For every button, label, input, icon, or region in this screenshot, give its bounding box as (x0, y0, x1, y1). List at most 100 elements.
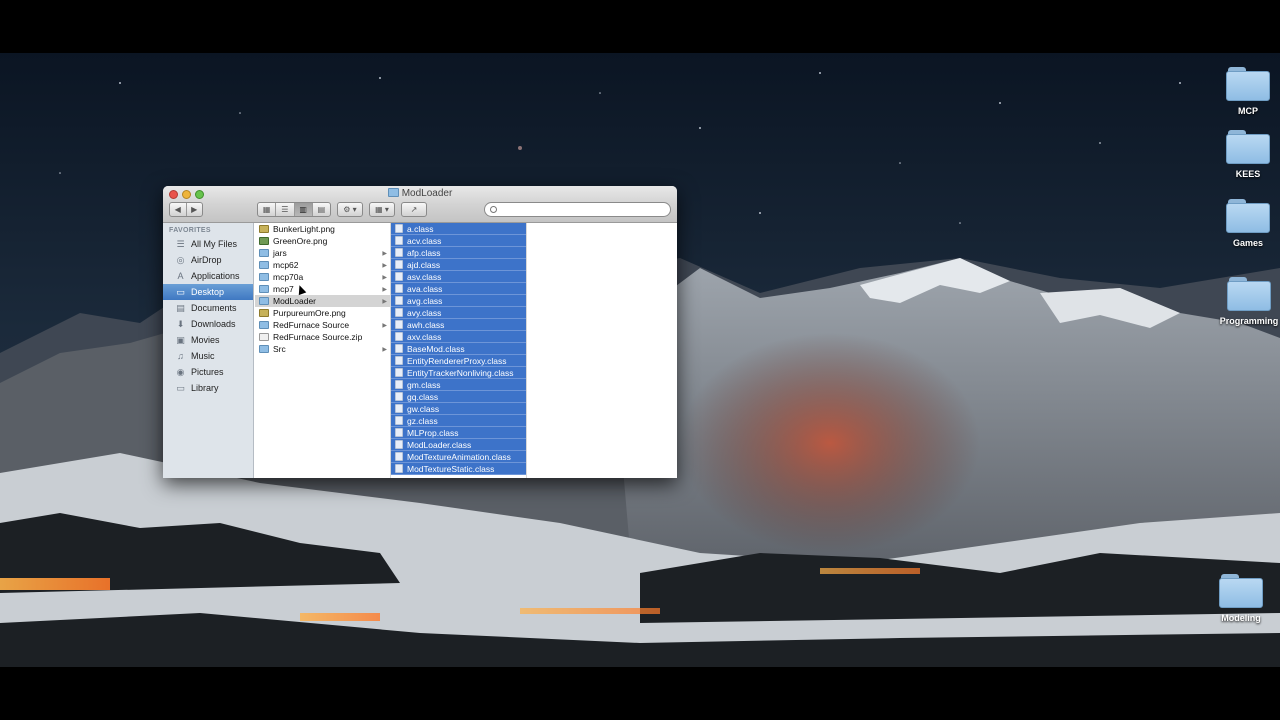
sidebar-item-desktop[interactable]: ▭ Desktop (163, 284, 253, 300)
arrange-menu: ▦ ▾ (369, 202, 395, 217)
sidebar-item-icon: ⬇ (176, 318, 185, 329)
file-row[interactable]: ModLoader.class (391, 439, 526, 451)
back-forward-control: ◀ ▶ (169, 202, 203, 217)
letterbox-bottom (0, 667, 1280, 720)
file-row[interactable]: asv.class (391, 271, 526, 283)
sidebar-item-airdrop[interactable]: ◎ AirDrop (163, 252, 253, 268)
desktop-folder-label: Modeling (1221, 613, 1261, 623)
file-name: mcp62 (273, 260, 299, 270)
file-row[interactable]: mcp70a ▶ (255, 271, 390, 283)
sidebar-item-library[interactable]: ▭ Library (163, 380, 253, 396)
finder-window: ModLoader ◀ ▶ ▦ ☰ ▥ ▤ ⚙ ▾ ▦ ▾ ↗ FAVORITE… (163, 186, 677, 478)
desktop-folder-programming[interactable]: Programming (1209, 277, 1280, 326)
sidebar-item-pictures[interactable]: ◉ Pictures (163, 364, 253, 380)
sidebar-heading: FAVORITES (169, 227, 211, 234)
action-menu-button[interactable]: ⚙ ▾ (338, 203, 362, 216)
file-row[interactable]: jars ▶ (255, 247, 390, 259)
window-titlebar[interactable]: ModLoader ◀ ▶ ▦ ☰ ▥ ▤ ⚙ ▾ ▦ ▾ ↗ (163, 186, 677, 223)
file-row[interactable]: EntityRendererProxy.class (391, 355, 526, 367)
file-row[interactable]: ava.class (391, 283, 526, 295)
sidebar-item-label: Desktop (191, 287, 225, 297)
file-row[interactable]: gz.class (391, 415, 526, 427)
sidebar-item-icon: A (177, 271, 184, 281)
file-name: RedFurnace Source (273, 320, 350, 330)
file-icon (395, 320, 403, 329)
icon-view-button[interactable]: ▦ (258, 203, 277, 216)
file-name: BunkerLight.png (273, 224, 335, 234)
file-name: EntityRendererProxy.class (407, 355, 507, 366)
forward-button[interactable]: ▶ (187, 203, 203, 216)
sidebar-item-movies[interactable]: ▣ Movies (163, 332, 253, 348)
file-row[interactable]: awh.class (391, 319, 526, 331)
sidebar-item-documents[interactable]: ▤ Documents (163, 300, 253, 316)
sidebar-item-label: AirDrop (191, 255, 222, 265)
file-row[interactable]: gw.class (391, 403, 526, 415)
disclosure-arrow-icon: ▶ (382, 274, 387, 281)
file-name: PurpureumOre.png (273, 308, 346, 318)
file-row[interactable]: mcp7 ▶ (255, 283, 390, 295)
file-row[interactable]: RedFurnace Source.zip (255, 331, 390, 343)
file-row[interactable]: EntityTrackerNonliving.class (391, 367, 526, 379)
file-row[interactable]: ajd.class (391, 259, 526, 271)
column-view-button[interactable]: ▥ (294, 203, 313, 216)
file-icon (395, 380, 403, 389)
file-row[interactable]: BunkerLight.png (255, 223, 390, 235)
file-row[interactable]: avg.class (391, 295, 526, 307)
file-icon (259, 333, 269, 341)
file-row[interactable]: ModTextureAnimation.class (391, 451, 526, 463)
file-name: avg.class (407, 295, 443, 306)
file-name: ava.class (407, 283, 443, 294)
file-row[interactable]: acv.class (391, 235, 526, 247)
file-row[interactable]: afp.class (391, 247, 526, 259)
file-icon (395, 452, 403, 461)
file-row[interactable]: gm.class (391, 379, 526, 391)
file-row[interactable]: MLProp.class (391, 427, 526, 439)
arrange-menu-button[interactable]: ▦ ▾ (370, 203, 394, 216)
file-icon (395, 296, 403, 305)
file-name: gz.class (407, 415, 438, 426)
back-button[interactable]: ◀ (170, 203, 187, 216)
coverflow-view-button[interactable]: ▤ (313, 203, 330, 216)
desktop-folder-kees[interactable]: KEES (1208, 130, 1280, 179)
file-name: ajd.class (407, 259, 441, 270)
desktop-folder-label: Programming (1219, 316, 1279, 326)
sidebar: FAVORITES ☰ All My Files ◎ AirDrop A Applicat… (163, 223, 254, 478)
folder-icon (259, 273, 269, 281)
file-name: ModTextureAnimation.class (407, 451, 511, 462)
file-icon (395, 344, 403, 353)
sidebar-item-music[interactable]: ♫ Music (163, 348, 253, 364)
file-icon (395, 404, 403, 413)
folder-icon (259, 249, 269, 257)
folder-icon (1219, 574, 1263, 608)
sidebar-item-applications[interactable]: A Applications (163, 268, 253, 284)
file-name: gm.class (407, 379, 441, 390)
file-row[interactable]: axv.class (391, 331, 526, 343)
file-row[interactable]: mcp62 ▶ (255, 259, 390, 271)
disclosure-arrow-icon: ▶ (382, 262, 387, 269)
share-button[interactable]: ↗ (402, 203, 426, 216)
sidebar-item-all-my-files[interactable]: ☰ All My Files (163, 236, 253, 252)
file-icon (259, 225, 269, 233)
file-row[interactable]: PurpureumOre.png (255, 307, 390, 319)
desktop-folder-modeling[interactable]: Modeling (1201, 574, 1280, 623)
file-row[interactable]: GreenOre.png (255, 235, 390, 247)
file-name: afp.class (407, 247, 441, 258)
view-control: ▦ ☰ ▥ ▤ (257, 202, 331, 217)
file-row[interactable]: avy.class (391, 307, 526, 319)
file-row[interactable]: ModTextureStatic.class (391, 463, 526, 475)
file-row[interactable]: RedFurnace Source ▶ (255, 319, 390, 331)
file-row[interactable]: ModLoader ▶ (255, 295, 390, 307)
file-row[interactable]: Src ▶ (255, 343, 390, 355)
folder-icon (387, 188, 399, 197)
file-row[interactable]: BaseMod.class (391, 343, 526, 355)
folder-icon (259, 261, 269, 269)
search-input[interactable] (484, 202, 671, 217)
column-modloader: a.class acv.class afp.class ajd.class asv.cl… (391, 223, 527, 478)
file-row[interactable]: a.class (391, 223, 526, 235)
sidebar-item-downloads[interactable]: ⬇ Downloads (163, 316, 253, 332)
file-icon (395, 272, 403, 281)
desktop-folder-games[interactable]: Games (1208, 199, 1280, 248)
list-view-button[interactable]: ☰ (276, 203, 295, 216)
file-row[interactable]: gq.class (391, 391, 526, 403)
desktop-folder-mcp[interactable]: MCP (1208, 67, 1280, 116)
